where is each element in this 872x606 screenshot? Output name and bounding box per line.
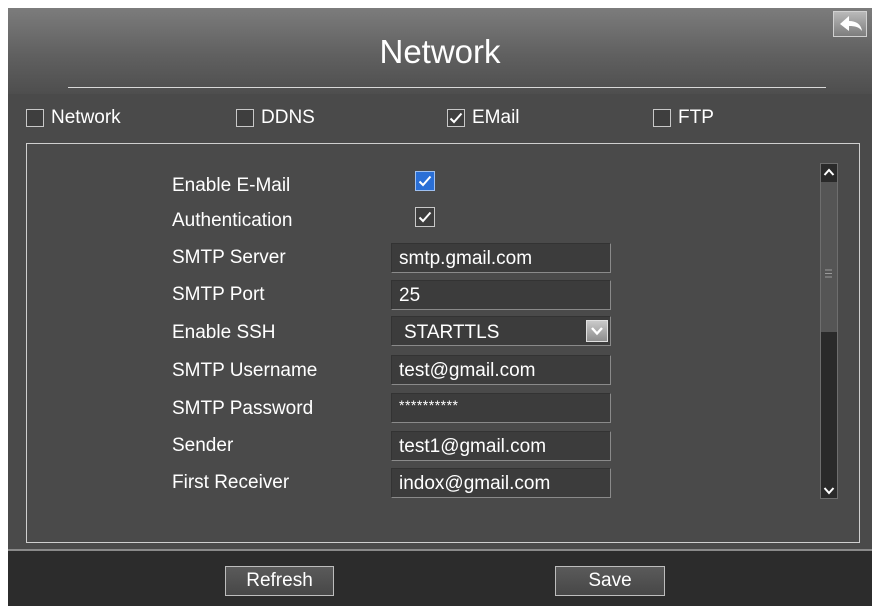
chevron-up-icon[interactable] <box>823 168 835 177</box>
checkmark-icon <box>418 211 432 223</box>
refresh-button[interactable]: Refresh <box>225 566 334 596</box>
authentication-label: Authentication <box>172 210 293 231</box>
scrollbar-thumb[interactable] <box>821 182 838 332</box>
tab-network-label: Network <box>51 107 121 128</box>
sender-input[interactable]: test1@gmail.com <box>391 431 611 461</box>
back-arrow-icon <box>840 16 862 31</box>
footer-bar <box>8 549 872 606</box>
back-button[interactable] <box>833 11 867 37</box>
enable-email-label: Enable E-Mail <box>172 175 291 196</box>
enable-ssh-dropdown-button[interactable] <box>586 320 608 342</box>
tab-ftp-label: FTP <box>678 107 714 128</box>
title-bar: Network <box>8 8 872 94</box>
form-scrollbar[interactable] <box>820 163 838 499</box>
tab-ddns[interactable]: DDNS <box>236 106 315 130</box>
enable-ssh-value: STARTTLS <box>404 322 500 343</box>
tab-ddns-label: DDNS <box>261 107 315 128</box>
tab-network-checkbox[interactable] <box>26 109 44 127</box>
smtp-server-label: SMTP Server <box>172 247 286 268</box>
checkmark-icon <box>418 175 432 187</box>
tab-ftp[interactable]: FTP <box>653 106 714 130</box>
window-title: Network <box>379 33 501 70</box>
smtp-username-label: SMTP Username <box>172 360 318 381</box>
chevron-down-icon[interactable] <box>823 486 835 495</box>
save-button[interactable]: Save <box>555 566 665 596</box>
tab-email[interactable]: EMail <box>447 106 520 130</box>
network-settings-window: Network Network DDNS EMail FTP Enable E-… <box>8 8 872 606</box>
enable-ssh-label: Enable SSH <box>172 322 276 343</box>
smtp-port-input[interactable]: 25 <box>391 280 611 310</box>
tab-email-label: EMail <box>472 107 520 128</box>
tab-email-checkbox[interactable] <box>447 109 465 127</box>
checkmark-icon <box>449 112 463 124</box>
chevron-down-icon <box>591 327 603 336</box>
tab-network[interactable]: Network <box>26 106 121 130</box>
first-receiver-label: First Receiver <box>172 472 290 493</box>
smtp-username-input[interactable]: test@gmail.com <box>391 355 611 385</box>
smtp-password-label: SMTP Password <box>172 398 314 419</box>
smtp-password-input[interactable]: ********** <box>391 393 611 423</box>
sender-label: Sender <box>172 435 234 456</box>
smtp-server-input[interactable]: smtp.gmail.com <box>391 243 611 273</box>
first-receiver-input[interactable]: indox@gmail.com <box>391 468 611 498</box>
enable-ssh-select[interactable]: STARTTLS <box>391 316 611 346</box>
authentication-checkbox[interactable] <box>415 207 435 227</box>
title-divider <box>68 87 826 88</box>
tab-ddns-checkbox[interactable] <box>236 109 254 127</box>
tab-ftp-checkbox[interactable] <box>653 109 671 127</box>
smtp-port-label: SMTP Port <box>172 284 265 305</box>
enable-email-checkbox[interactable] <box>415 171 435 191</box>
grip-icon <box>825 269 832 278</box>
